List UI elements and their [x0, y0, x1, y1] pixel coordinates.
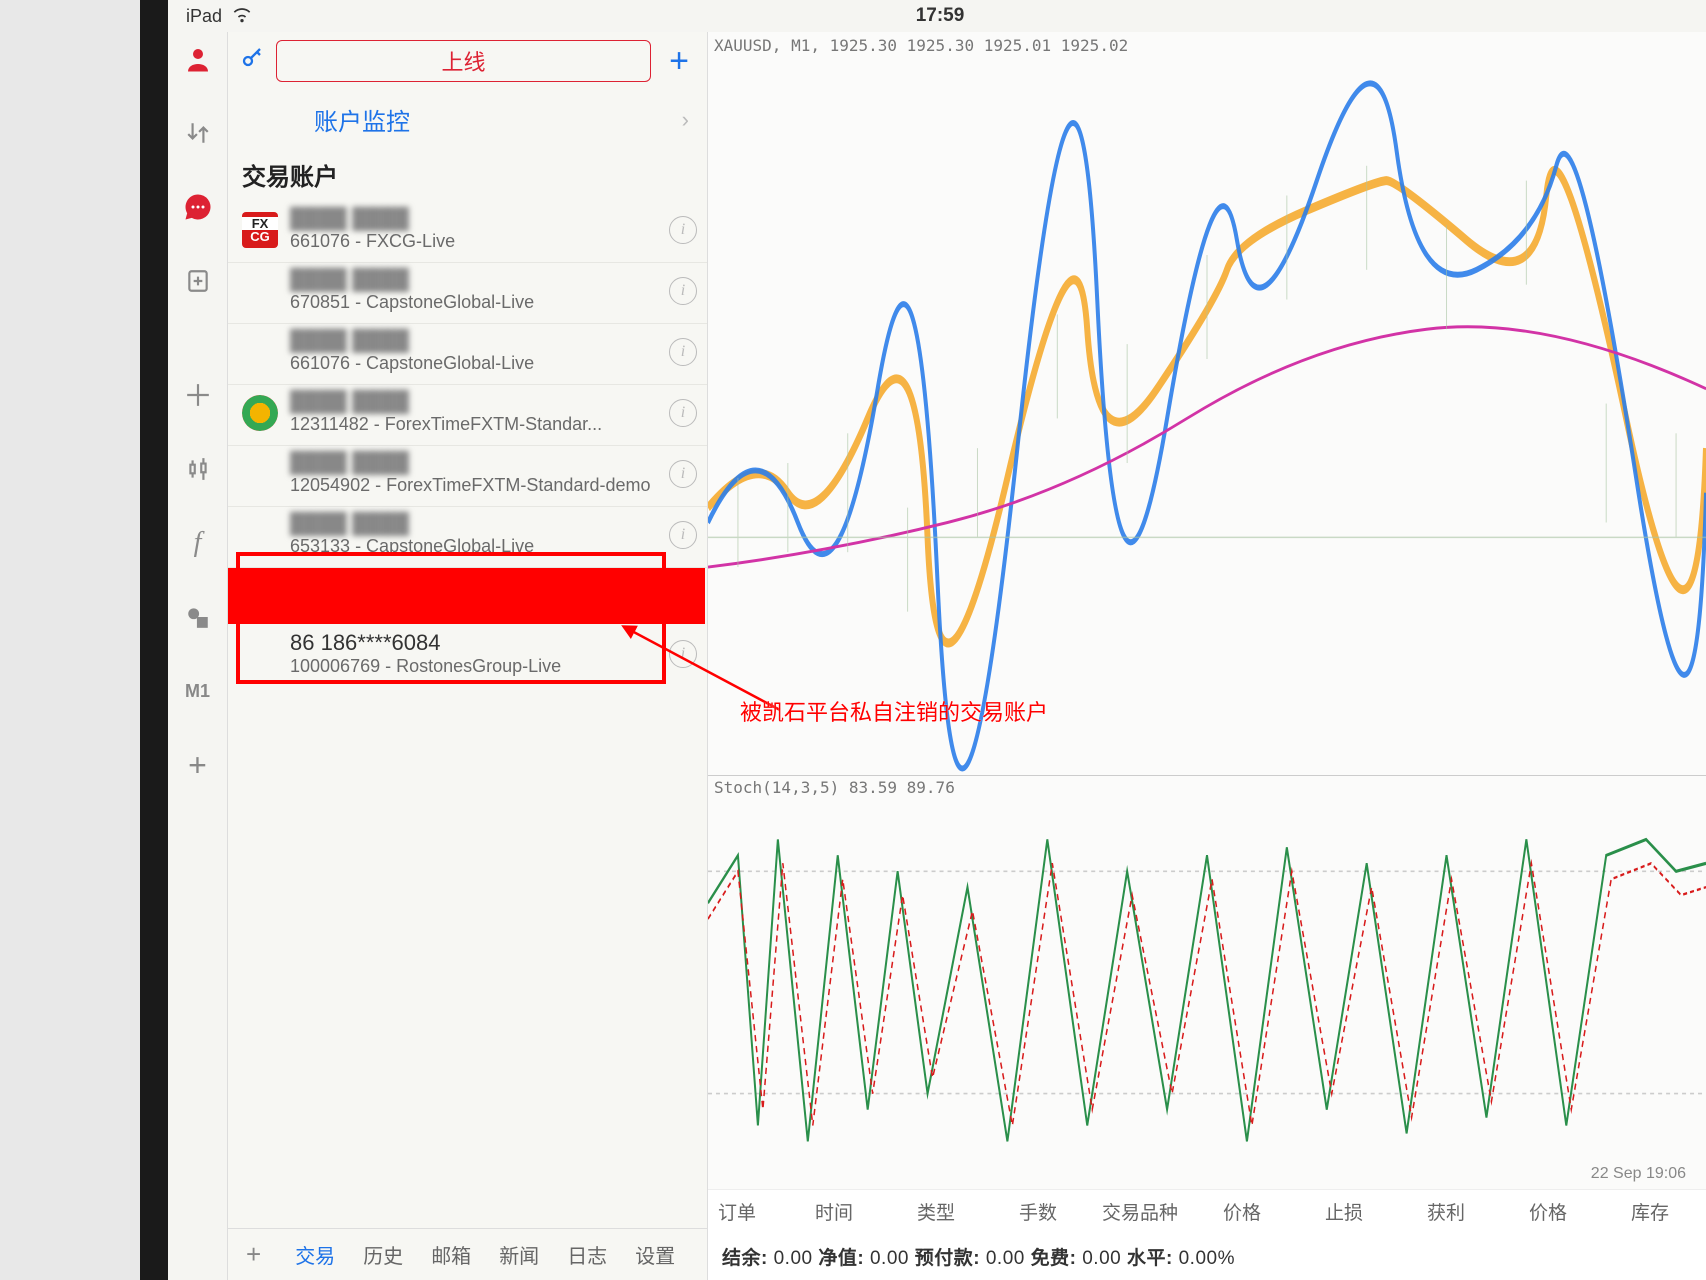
section-title: 交易账户	[228, 151, 707, 202]
profile-icon[interactable]	[181, 42, 215, 76]
tab-news[interactable]: 新闻	[499, 1240, 539, 1269]
account-sub: 12054902 - ForexTimeFXTM-Standard-demo	[290, 475, 657, 496]
account-sub: 661076 - FXCG-Live	[290, 231, 657, 252]
balance-row: 结余: 0.00 净值: 0.00 预付款: 0.00 免费: 0.00 水平:…	[708, 1233, 1706, 1280]
icon-rail: f M1 +	[168, 32, 228, 1280]
account-name: ████ ████	[290, 208, 657, 231]
info-icon[interactable]: i	[669, 216, 697, 244]
account-row[interactable]: ████ ████ 12054902 - ForexTimeFXTM-Stand…	[228, 446, 707, 507]
account-name: ████ ████	[290, 391, 657, 414]
device-label: iPad	[186, 6, 222, 27]
annotation-text: 被凯石平台私自注销的交易账户	[740, 695, 1048, 727]
account-name: 86 186****6084	[290, 630, 657, 656]
add-doc-icon[interactable]	[181, 264, 215, 298]
info-icon[interactable]: i	[669, 338, 697, 366]
online-button[interactable]: 上线	[276, 40, 651, 82]
indicator-chart[interactable]: Stoch(14,3,5) 83.59 89.76 22 Sep 19:06	[708, 776, 1706, 1189]
col-lots: 手数	[992, 1198, 1084, 1225]
col-type: 类型	[890, 1198, 982, 1225]
account-name: ████ ████	[290, 269, 657, 292]
account-name: ████ ████	[290, 513, 657, 536]
account-row[interactable]: 86 186****6084 100006769 - RostonesGroup…	[228, 624, 707, 687]
col-order: 订单	[718, 1198, 778, 1225]
chevron-right-icon: ›	[682, 107, 689, 133]
main-chart[interactable]: XAUUSD, M1, 1925.30 1925.30 1925.01 1925…	[708, 32, 1706, 776]
accounts-panel: 上线 + 账户监控 › 交易账户 FXCG ████ ████ 661076 -…	[228, 32, 708, 1280]
candlestick-icon[interactable]	[181, 452, 215, 486]
monitor-label: 账户监控	[314, 102, 410, 137]
timeframe-label[interactable]: M1	[181, 674, 215, 708]
info-icon[interactable]: i	[669, 460, 697, 488]
tab-mailbox[interactable]: 邮箱	[431, 1240, 471, 1269]
wifi-icon	[232, 4, 252, 29]
tab-journal[interactable]: 日志	[567, 1240, 607, 1269]
shapes-icon[interactable]	[181, 600, 215, 634]
broker-logo-icon: FXCG	[242, 212, 278, 248]
orders-table-header: 订单 时间 类型 手数 交易品种 价格 止损 获利 价格 库存	[708, 1189, 1706, 1233]
col-swap: 库存	[1604, 1198, 1696, 1225]
account-name: ████ ████	[290, 330, 657, 353]
broker-logo-icon	[242, 517, 278, 553]
chart-area: XAUUSD, M1, 1925.30 1925.30 1925.01 1925…	[708, 32, 1706, 1280]
col-tp: 获利	[1400, 1198, 1492, 1225]
info-icon[interactable]: i	[669, 399, 697, 427]
account-row[interactable]: ████ ████ 661076 - CapstoneGlobal-Live i	[228, 324, 707, 385]
status-bar: iPad 17:59	[168, 0, 1706, 32]
info-icon[interactable]: i	[669, 640, 697, 668]
account-row-highlighted[interactable]: ████ ████ 653133 - CapstoneGlobal-Live i	[228, 507, 707, 568]
add-tab-icon[interactable]: +	[246, 1239, 261, 1270]
bottom-tabs: + 交易 历史 邮箱 新闻 日志 设置	[228, 1228, 707, 1280]
col-sl: 止损	[1298, 1198, 1390, 1225]
key-icon[interactable]	[238, 46, 266, 76]
account-sub: 12311482 - ForexTimeFXTM-Standar...	[290, 414, 657, 435]
account-sub: 661076 - CapstoneGlobal-Live	[290, 353, 657, 374]
broker-logo-icon	[242, 636, 278, 672]
account-row[interactable]: ████ ████ 12311482 - ForexTimeFXTM-Stand…	[228, 385, 707, 446]
account-sub: 653133 - CapstoneGlobal-Live	[290, 536, 657, 557]
account-sub: 670851 - CapstoneGlobal-Live	[290, 292, 657, 313]
redacted-block	[228, 568, 705, 624]
tab-trade[interactable]: 交易	[295, 1240, 335, 1269]
price-plot	[708, 32, 1706, 775]
account-row[interactable]: FXCG ████ ████ 661076 - FXCG-Live i	[228, 202, 707, 263]
account-sub: 100006769 - RostonesGroup-Live	[290, 656, 657, 677]
info-icon[interactable]: i	[669, 521, 697, 549]
sort-icon[interactable]	[181, 116, 215, 150]
broker-logo-icon	[242, 395, 278, 431]
chat-icon[interactable]	[181, 190, 215, 224]
col-symbol: 交易品种	[1094, 1198, 1186, 1225]
add-icon[interactable]: +	[181, 748, 215, 782]
function-icon[interactable]: f	[181, 526, 215, 560]
account-monitor-row[interactable]: 账户监控 ›	[228, 92, 707, 151]
info-icon[interactable]: i	[669, 277, 697, 305]
account-name: ████ ████	[290, 452, 657, 475]
tab-history[interactable]: 历史	[363, 1240, 403, 1269]
crosshair-icon[interactable]	[181, 378, 215, 412]
col-price2: 价格	[1502, 1198, 1594, 1225]
tab-settings[interactable]: 设置	[635, 1240, 675, 1269]
account-row[interactable]: ████ ████ 670851 - CapstoneGlobal-Live i	[228, 263, 707, 324]
stoch-plot	[708, 776, 1706, 1189]
col-price: 价格	[1196, 1198, 1288, 1225]
add-account-button[interactable]: +	[661, 42, 697, 81]
broker-logo-icon	[242, 334, 278, 370]
broker-logo-icon	[242, 273, 278, 309]
broker-logo-icon	[242, 456, 278, 492]
account-list: FXCG ████ ████ 661076 - FXCG-Live i ████…	[228, 202, 707, 687]
col-time: 时间	[788, 1198, 880, 1225]
clock: 17:59	[252, 5, 1628, 27]
